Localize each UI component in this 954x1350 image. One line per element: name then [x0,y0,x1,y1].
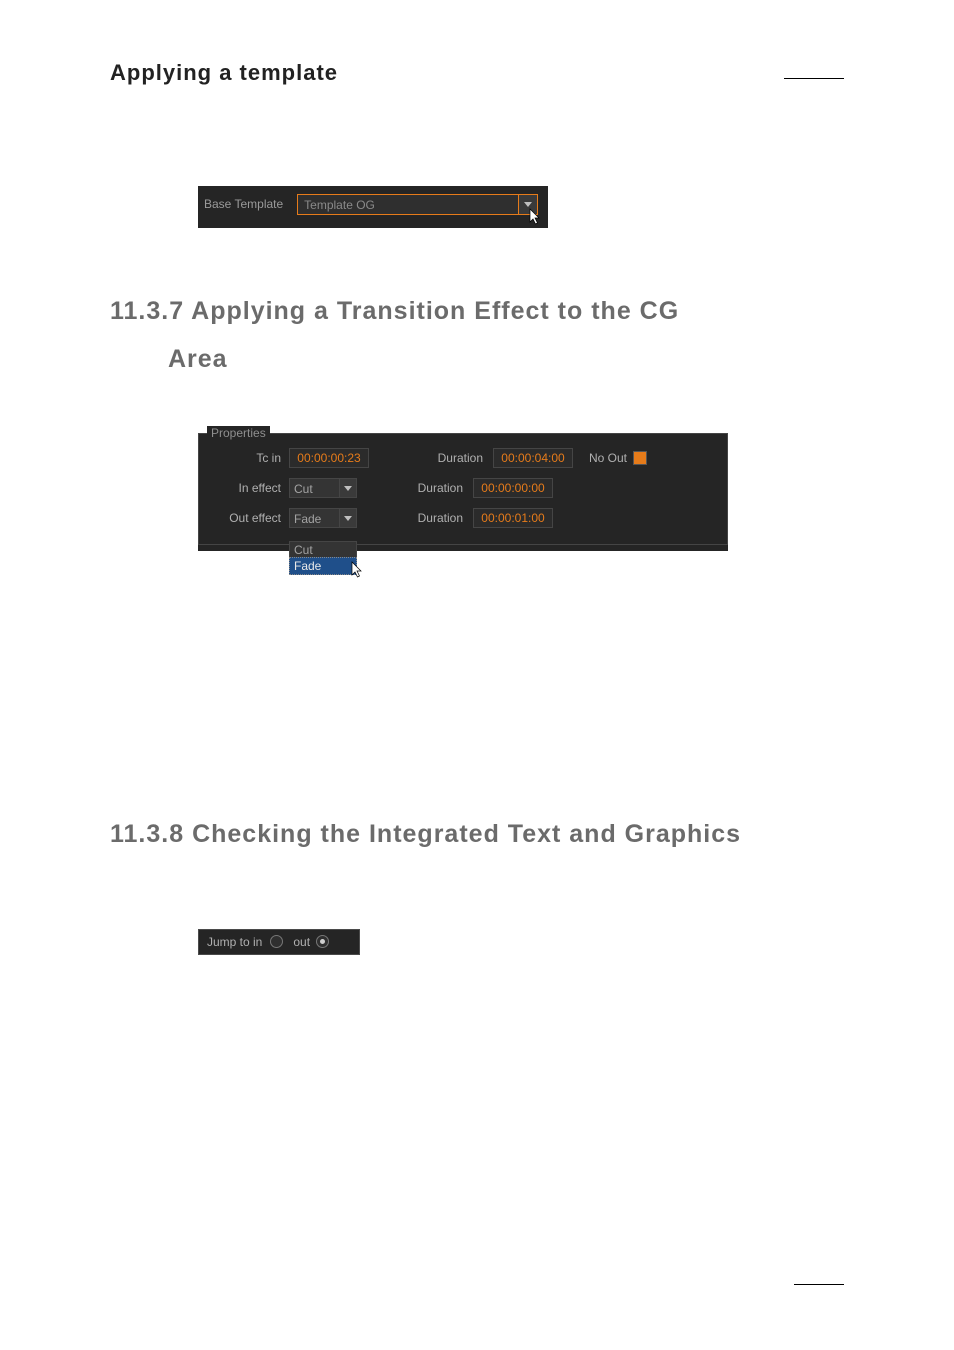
tc-in-label: Tc in [209,451,281,465]
header-rule [784,78,844,79]
in-effect-value: Cut [290,479,339,497]
base-template-label: Base Template [204,197,283,211]
no-out-label: No Out [589,451,647,465]
no-out-checkbox[interactable] [633,451,647,465]
jump-to-out-label: out [293,935,310,949]
duration-label-2: Duration [407,481,463,495]
dropdown-option-fade[interactable]: Fade [289,557,357,575]
tc-duration-field[interactable]: 00:00:04:00 [493,448,573,468]
jump-to-panel: Jump to in out [198,929,360,955]
out-effect-value: Fade [290,509,339,527]
duration-label-3: Duration [407,511,463,525]
in-effect-duration-field[interactable]: 00:00:00:00 [473,478,553,498]
properties-panel: Properties Tc in 00:00:00:23 Duration 00… [198,433,728,551]
out-effect-label: Out effect [209,511,281,525]
in-effect-label: In effect [209,481,281,495]
heading-11-3-8: 11.3.8 Checking the Integrated Text and … [110,811,844,859]
footer-rule [794,1284,844,1285]
jump-to-out-radio[interactable] [316,935,329,948]
duration-label-1: Duration [427,451,483,465]
heading-applying-template: Applying a template [110,60,844,86]
heading-11-3-7-line1: 11.3.7 Applying a Transition Effect to t… [110,297,679,325]
heading-11-3-7: 11.3.7 Applying a Transition Effect to t… [110,288,844,383]
dropdown-option-cut[interactable]: Cut [290,542,356,558]
heading-11-3-7-line2: Area [110,336,844,384]
in-effect-combo[interactable]: Cut [289,478,357,498]
out-effect-combo[interactable]: Fade [289,508,357,528]
base-template-combo[interactable]: Template OG [297,194,538,215]
properties-legend: Properties [207,426,270,440]
chevron-down-icon[interactable] [518,195,537,214]
tc-in-field[interactable]: 00:00:00:23 [289,448,369,468]
out-effect-duration-field[interactable]: 00:00:01:00 [473,508,553,528]
base-template-value: Template OG [298,195,518,214]
out-effect-dropdown: Cut Fade [289,541,357,575]
chevron-down-icon[interactable] [339,479,356,497]
jump-to-in-radio[interactable] [270,935,283,948]
chevron-down-icon[interactable] [339,509,356,527]
jump-to-label: Jump to in [207,935,262,949]
base-template-panel: Base Template Template OG [198,186,548,228]
